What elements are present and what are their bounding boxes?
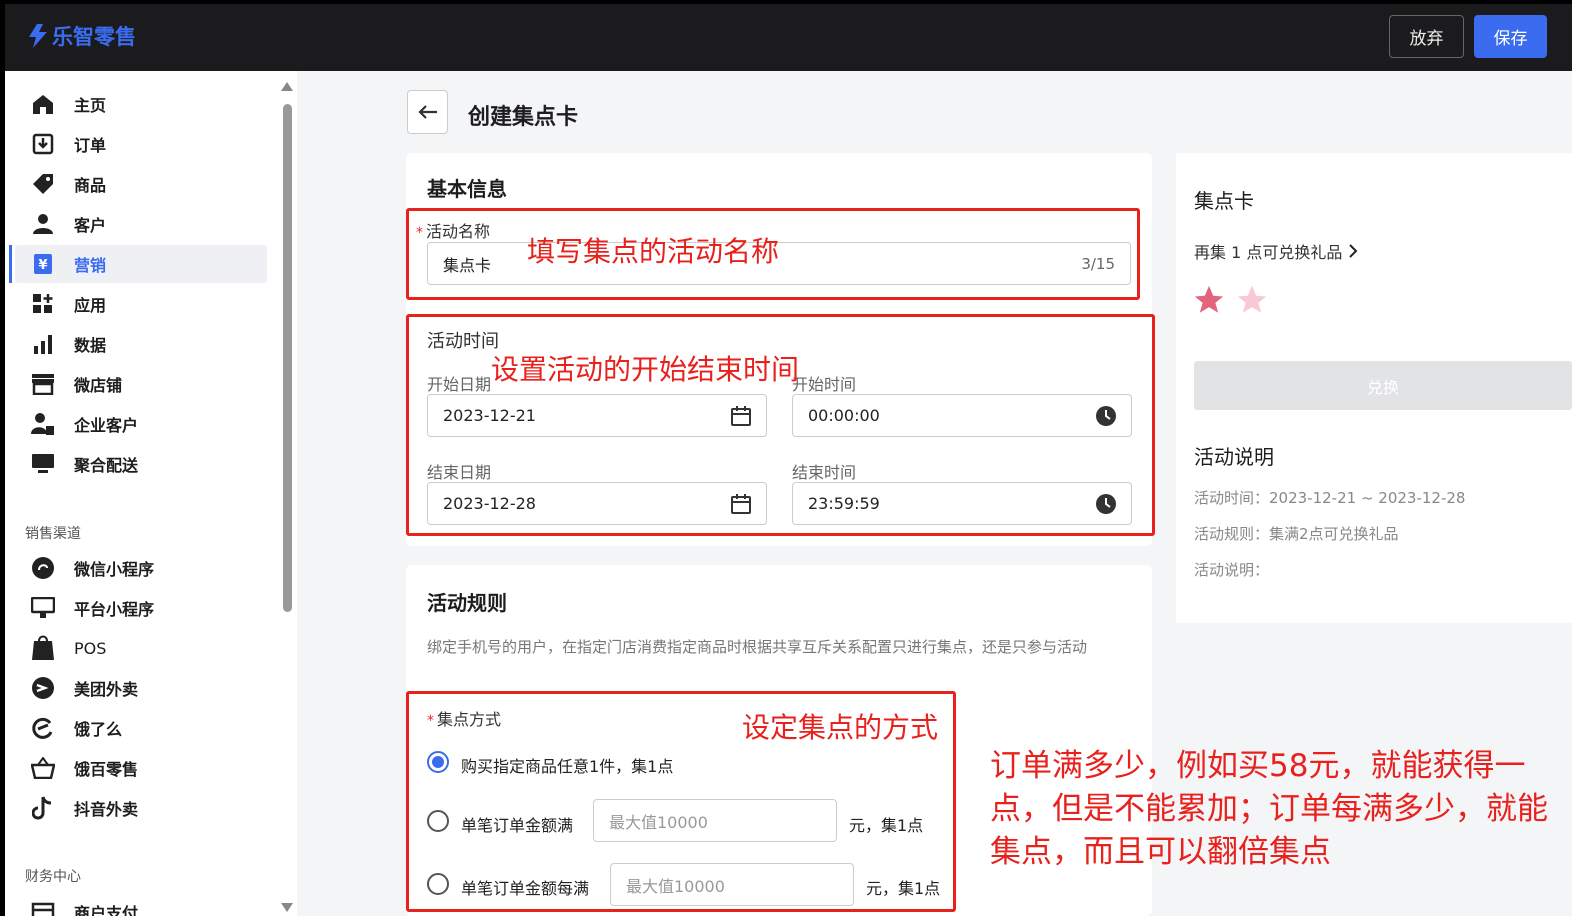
eleme-icon xyxy=(28,713,58,743)
preview-desc-line: 活动说明： xyxy=(1194,561,1270,579)
sidebar-item-eleme[interactable]: 饿了么 xyxy=(15,709,267,747)
sidebar-item-wechat-miniprogram[interactable]: 微信小程序 xyxy=(15,549,267,587)
app-window: 乐智零售 放弃 保存 主页 订单 商品 客户 ¥ 营销 应用 数据 微店铺 企业… xyxy=(5,4,1572,916)
sidebar-item-label: 抖音外卖 xyxy=(74,800,139,819)
payment-icon xyxy=(28,897,58,916)
annotation-time-text: 设置活动的开始结束时间 xyxy=(491,353,800,386)
back-button[interactable] xyxy=(407,90,448,134)
preview-panel: 集点卡 再集 1 点可兑换礼品 兑换 活动说明 活动时间：2023-12-21 … xyxy=(1176,153,1572,623)
sidebar-item-label: 饿了么 xyxy=(74,720,123,739)
sidebar-item-label: 商户支付 xyxy=(74,904,139,916)
sidebar-item-label: 饿百零售 xyxy=(74,760,139,779)
sidebar-item-home[interactable]: 主页 xyxy=(15,85,267,123)
preview-subtitle-link[interactable]: 再集 1 点可兑换礼品 xyxy=(1194,239,1358,263)
redeem-button[interactable]: 兑换 xyxy=(1194,361,1572,410)
miniprogram-icon xyxy=(28,553,58,583)
sidebar-item-label: 订单 xyxy=(74,136,107,155)
preview-info-title: 活动说明 xyxy=(1194,445,1274,469)
person-icon xyxy=(28,209,58,239)
monitor-icon xyxy=(28,449,58,479)
top-bar: 乐智零售 放弃 保存 xyxy=(5,4,1572,71)
sidebar-item-ebai[interactable]: 饿百零售 xyxy=(15,749,267,787)
brand-logo[interactable]: 乐智零售 xyxy=(27,21,136,51)
sidebar-item-customers[interactable]: 客户 xyxy=(15,205,267,243)
store-icon xyxy=(28,369,58,399)
svg-text:¥: ¥ xyxy=(38,258,47,273)
sidebar-item-microstore[interactable]: 微店铺 xyxy=(15,365,267,403)
rules-description: 绑定手机号的用户，在指定门店消费指定商品时根据共享互斥关系配置只进行集点，还是只… xyxy=(427,638,1088,656)
sidebar-scrollbar[interactable] xyxy=(283,104,292,612)
annotation-explain-text: 订单满多少，例如买58元，就能获得一点，但是不能累加；订单每满多少，就能集点，而… xyxy=(990,748,1548,870)
sidebar-item-label: 主页 xyxy=(74,96,107,115)
star-empty-icon xyxy=(1237,285,1267,313)
preview-time-line: 活动时间：2023-12-21 ~ 2023-12-28 xyxy=(1194,489,1466,507)
sidebar-item-label: 微店铺 xyxy=(74,376,123,395)
brand-bolt-icon xyxy=(29,24,47,48)
bar-chart-icon xyxy=(28,329,58,359)
sidebar-item-label: POS xyxy=(74,638,107,658)
sidebar-item-label: 商品 xyxy=(74,176,107,195)
annotation-method-text: 设定集点的方式 xyxy=(742,711,939,744)
sidebar-item-marketing[interactable]: ¥ 营销 xyxy=(9,245,267,283)
basket-icon xyxy=(28,753,58,783)
apps-icon xyxy=(28,289,58,319)
arrow-left-icon xyxy=(417,105,437,119)
brand-name: 乐智零售 xyxy=(52,25,136,49)
sidebar-item-label: 聚合配送 xyxy=(74,456,139,475)
discard-button[interactable]: 放弃 xyxy=(1389,15,1464,58)
sidebar-item-label: 美团外卖 xyxy=(74,680,139,699)
sidebar-item-delivery[interactable]: 聚合配送 xyxy=(15,445,267,483)
scroll-down-arrow[interactable] xyxy=(281,903,293,912)
save-button[interactable]: 保存 xyxy=(1474,15,1547,58)
pos-bag-icon xyxy=(28,633,58,663)
home-icon xyxy=(28,89,58,119)
basic-info-title: 基本信息 xyxy=(427,177,507,201)
sidebar-item-meituan[interactable]: 美团外卖 xyxy=(15,669,267,707)
page-title: 创建集点卡 xyxy=(468,105,579,130)
enterprise-user-icon xyxy=(28,409,58,439)
sidebar-item-douyin[interactable]: 抖音外卖 xyxy=(15,789,267,827)
sidebar-item-label: 平台小程序 xyxy=(74,600,155,619)
preview-rule-line: 活动规则：集满2点可兑换礼品 xyxy=(1194,525,1399,543)
section-sales-channels: 销售渠道 xyxy=(25,526,81,542)
star-filled-icon xyxy=(1194,285,1224,313)
sidebar-item-label: 营销 xyxy=(74,256,107,275)
sidebar-item-apps[interactable]: 应用 xyxy=(15,285,267,323)
sidebar-item-label: 数据 xyxy=(74,336,107,355)
sidebar-item-enterprise[interactable]: 企业客户 xyxy=(15,405,267,443)
sidebar-item-label: 微信小程序 xyxy=(74,560,155,579)
sidebar: 主页 订单 商品 客户 ¥ 营销 应用 数据 微店铺 企业客户 聚合配送 销售渠… xyxy=(5,71,297,916)
sidebar-item-orders[interactable]: 订单 xyxy=(15,125,267,163)
rules-title: 活动规则 xyxy=(427,591,507,615)
sidebar-item-pos[interactable]: POS xyxy=(15,629,267,667)
meituan-icon xyxy=(28,673,58,703)
sidebar-item-label: 企业客户 xyxy=(74,416,139,435)
sidebar-item-merchant-payment[interactable]: 商户支付 xyxy=(15,893,267,916)
preview-title: 集点卡 xyxy=(1194,189,1254,213)
tiktok-icon xyxy=(28,793,58,823)
platform-icon xyxy=(28,593,58,623)
yen-icon: ¥ xyxy=(28,249,58,279)
sidebar-item-products[interactable]: 商品 xyxy=(15,165,267,203)
order-icon xyxy=(28,129,58,159)
scroll-up-arrow[interactable] xyxy=(281,82,293,91)
sidebar-item-label: 客户 xyxy=(74,216,107,235)
sidebar-item-label: 应用 xyxy=(74,296,107,315)
annotation-name-text: 填写集点的活动名称 xyxy=(527,235,780,268)
sidebar-item-data[interactable]: 数据 xyxy=(15,325,267,363)
tag-icon xyxy=(28,169,58,199)
chevron-right-icon xyxy=(1349,244,1358,258)
sidebar-item-platform-miniprogram[interactable]: 平台小程序 xyxy=(15,589,267,627)
section-finance: 财务中心 xyxy=(25,869,81,885)
